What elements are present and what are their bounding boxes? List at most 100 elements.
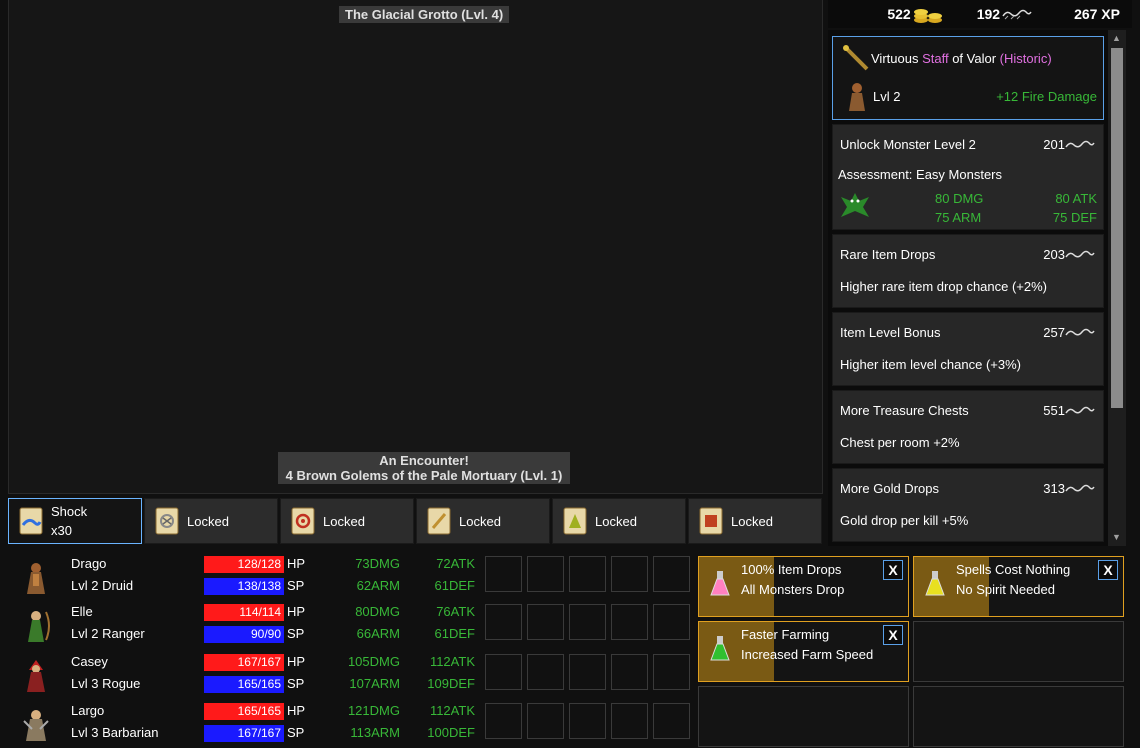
skill-name: Shock — [51, 504, 88, 519]
ranger-portrait-icon — [20, 608, 52, 644]
buff-item-drops[interactable]: 100% Item Drops All Monsters Drop X — [698, 556, 909, 617]
party-member-drago[interactable]: Drago Lvl 2 Druid 128/128 HP 138/138 SP … — [10, 556, 690, 604]
upgrade-cost: 551 — [1043, 403, 1095, 418]
equipment-slot[interactable] — [653, 556, 690, 592]
item-name: Virtuous Staff of Valor (Historic) — [871, 51, 1052, 66]
scroll-down-arrow-icon[interactable]: ▼ — [1112, 532, 1121, 542]
upgrade-more-gold-drops[interactable]: More Gold Drops 313 Gold drop per kill +… — [832, 468, 1104, 542]
rogue-portrait-icon — [20, 658, 52, 694]
skill-slot-locked[interactable]: Locked — [552, 498, 686, 544]
buff-faster-farming[interactable]: Faster Farming Increased Farm Speed X — [698, 621, 909, 682]
buff-subtitle: All Monsters Drop — [741, 582, 845, 597]
dmg-value: 105DMG — [347, 654, 400, 669]
shock-scroll-icon — [17, 506, 45, 536]
spirit-icon — [1065, 328, 1095, 335]
sp-bar: 165/165 — [204, 676, 284, 693]
barbarian-portrait-icon — [20, 707, 52, 743]
def-value: 61DEF — [434, 626, 475, 641]
equipment-slot[interactable] — [569, 604, 606, 640]
upgrade-cost: 203 — [1043, 247, 1095, 262]
equipment-slot[interactable] — [569, 654, 606, 690]
equipment-slot[interactable] — [653, 654, 690, 690]
xp-amount: 267 XP — [1074, 6, 1120, 22]
member-level: Lvl 3 Barbarian — [71, 725, 159, 740]
equipped-item-card[interactable]: Virtuous Staff of Valor (Historic) Lvl 2… — [832, 36, 1104, 120]
upgrade-title: More Treasure Chests — [840, 403, 969, 418]
equipment-slot[interactable] — [569, 556, 606, 592]
green-dragon-icon — [839, 189, 871, 226]
equipment-slot[interactable] — [485, 654, 522, 690]
xp-stat: 267 XP — [1074, 6, 1120, 22]
sp-label: SP — [287, 725, 305, 740]
monster-dmg: 80 DMG — [935, 191, 984, 206]
item-level: Lvl 2 — [873, 89, 901, 104]
equipment-slot[interactable] — [527, 604, 564, 640]
upgrade-title: Rare Item Drops — [840, 247, 936, 262]
green-potion-icon — [707, 632, 733, 664]
encounter-enemies: 4 Brown Golems of the Pale Mortuary (Lvl… — [285, 468, 563, 483]
atk-value: 112ATK — [429, 654, 475, 669]
skill-label: Locked — [323, 513, 365, 529]
upgrade-title: Item Level Bonus — [840, 325, 941, 340]
equipment-slot[interactable] — [527, 556, 564, 592]
scroll-up-arrow-icon[interactable]: ▲ — [1112, 33, 1121, 43]
monster-atk: 80 ATK — [1055, 191, 1097, 206]
equipment-slot[interactable] — [611, 654, 648, 690]
equipment-slot[interactable] — [611, 556, 648, 592]
upgrade-item-level-bonus[interactable]: Item Level Bonus 257 Higher item level c… — [832, 312, 1104, 386]
upgrade-unlock-monster-level[interactable]: Unlock Monster Level 2 201 Assessment: E… — [832, 124, 1104, 230]
spirit-stat: 192 — [977, 6, 1032, 22]
equipment-slot[interactable] — [485, 703, 522, 739]
gold-coins-icon — [913, 9, 942, 23]
upgrade-cost-value: 201 — [1043, 137, 1065, 152]
buff-spells-cost-nothing[interactable]: Spells Cost Nothing No Spirit Needed X — [913, 556, 1124, 617]
member-level: Lvl 3 Rogue — [71, 676, 141, 691]
hp-label: HP — [287, 556, 306, 571]
sp-bar: 167/167 — [204, 725, 284, 742]
close-buff-button[interactable]: X — [883, 560, 903, 580]
skill-slot-locked[interactable]: Locked — [280, 498, 414, 544]
skill-slot-locked[interactable]: Locked — [144, 498, 278, 544]
empty-buff-slot — [913, 686, 1124, 747]
spirit-icon — [1065, 406, 1095, 413]
equipment-slot[interactable] — [569, 703, 606, 739]
locked-scroll-icon — [425, 506, 453, 536]
scroll-thumb[interactable] — [1111, 48, 1123, 408]
arm-value: 113ARM — [350, 725, 400, 740]
skill-slot-locked[interactable]: Locked — [416, 498, 550, 544]
yellow-potion-icon — [922, 567, 948, 599]
equipment-slot[interactable] — [485, 556, 522, 592]
party-member-casey[interactable]: Casey Lvl 3 Rogue 167/167 HP 165/165 SP … — [10, 654, 690, 702]
skill-slot-shock[interactable]: Shock x30 — [8, 498, 142, 544]
skill-label: Locked — [595, 513, 637, 529]
upgrade-description: Assessment: Easy Monsters — [838, 167, 1002, 182]
close-buff-button[interactable]: X — [883, 625, 903, 645]
close-buff-button[interactable]: X — [1098, 560, 1118, 580]
atk-value: 76ATK — [436, 604, 475, 619]
equipment-slot[interactable] — [653, 703, 690, 739]
spirit-icon — [1002, 9, 1032, 20]
hp-label: HP — [287, 604, 306, 619]
equipment-slot[interactable] — [485, 604, 522, 640]
dmg-value: 73DMG — [355, 556, 400, 571]
equipment-slot[interactable] — [611, 703, 648, 739]
upgrade-panel-scrollbar[interactable]: ▲ ▼ — [1108, 30, 1126, 546]
dmg-value: 121DMG — [347, 703, 400, 718]
upgrade-more-treasure-chests[interactable]: More Treasure Chests 551 Chest per room … — [832, 390, 1104, 464]
hp-bar: 114/114 — [204, 604, 284, 621]
equipment-slot[interactable] — [611, 604, 648, 640]
locked-scroll-icon — [561, 506, 589, 536]
equipment-slot[interactable] — [653, 604, 690, 640]
skill-slot-locked[interactable]: Locked — [688, 498, 822, 544]
def-value: 109DEF — [427, 676, 475, 691]
party-member-elle[interactable]: Elle Lvl 2 Ranger 114/114 HP 90/90 SP 80… — [10, 604, 690, 652]
buff-subtitle: No Spirit Needed — [956, 582, 1055, 597]
empty-buff-slot — [698, 686, 909, 747]
dmg-value: 80DMG — [355, 604, 400, 619]
upgrade-rare-item-drops[interactable]: Rare Item Drops 203 Higher rare item dro… — [832, 234, 1104, 308]
equipment-slot[interactable] — [527, 703, 564, 739]
locked-scroll-icon — [289, 506, 317, 536]
equipment-slot[interactable] — [527, 654, 564, 690]
upgrade-panel[interactable]: Virtuous Staff of Valor (Historic) Lvl 2… — [828, 30, 1126, 546]
party-member-largo[interactable]: Largo Lvl 3 Barbarian 165/165 HP 167/167… — [10, 703, 690, 748]
